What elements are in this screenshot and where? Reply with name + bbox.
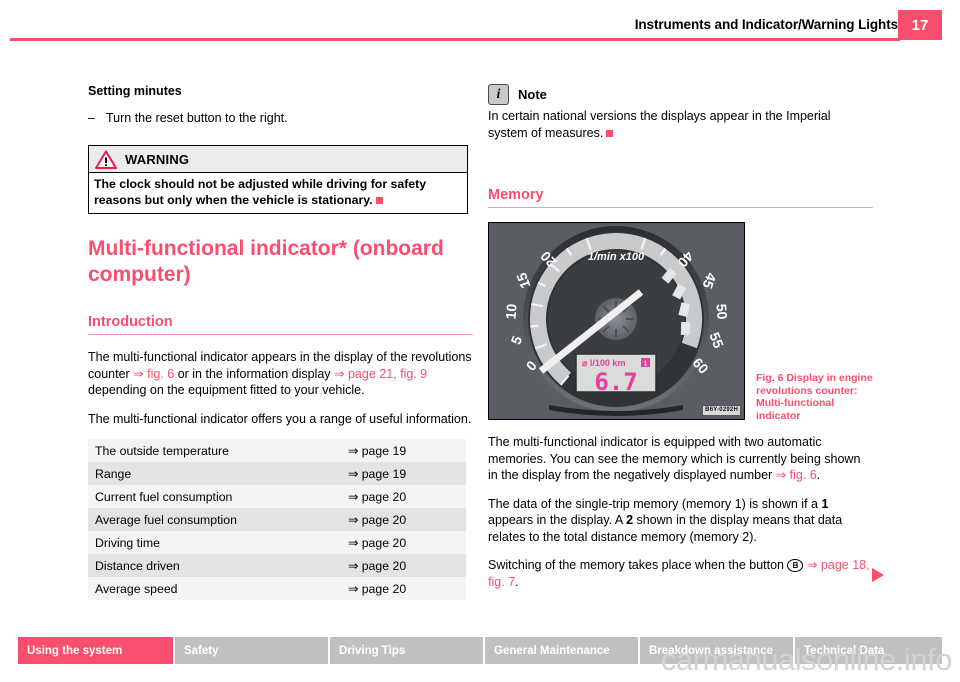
warning-triangle-icon: [95, 150, 117, 169]
table-row: The outside temperature ⇒ page 19: [88, 439, 466, 462]
warning-body: The clock should not be adjusted while d…: [89, 173, 467, 213]
table-row: Driving time ⇒ page 20: [88, 531, 466, 554]
intro-text-b: or in the information display: [174, 366, 335, 381]
memory2-text-a: The data of the single-trip memory (memo…: [488, 496, 822, 511]
intro-paragraph-1: The multi-functional indicator appears i…: [88, 349, 473, 399]
figure-6: 0 5 10 15 20 40 45 50 55 60 1/min x100 ⌀…: [488, 222, 873, 422]
setting-minutes-heading: Setting minutes: [88, 84, 182, 98]
footer-tab-safety[interactable]: Safety: [175, 637, 328, 664]
memory-heading: Memory: [488, 187, 544, 203]
svg-text:⌀ l/100 km: ⌀ l/100 km: [582, 358, 625, 368]
note-header: i Note: [488, 84, 873, 105]
introduction-heading: Introduction: [88, 314, 173, 330]
introduction-divider: [88, 334, 473, 335]
table-cell-page-link[interactable]: ⇒ page 20: [326, 508, 466, 531]
ref-fig-6-link[interactable]: ⇒ fig. 6: [776, 468, 817, 482]
note-text: In certain national versions the display…: [488, 109, 831, 140]
header-divider: [10, 38, 900, 41]
info-icon: i: [488, 84, 509, 105]
end-marker-square: [375, 196, 383, 204]
memory-text-b: .: [816, 468, 821, 482]
table-cell-label: Average fuel consumption: [88, 508, 326, 531]
svg-text:50: 50: [713, 303, 730, 320]
svg-text:6.7: 6.7: [594, 368, 637, 396]
table-cell-label: Distance driven: [88, 554, 326, 577]
intro-paragraph-2: The multi-functional indicator offers yo…: [88, 411, 472, 426]
footer-tab-driving-tips[interactable]: Driving Tips: [330, 637, 483, 664]
tachometer-graphic: 0 5 10 15 20 40 45 50 55 60 1/min x100 ⌀…: [489, 223, 744, 419]
warning-title: WARNING: [125, 151, 190, 167]
footer-nav: Using the system Safety Driving Tips Gen…: [18, 637, 942, 664]
figure-caption: Fig. 6 Display in engine revolutions cou…: [756, 372, 873, 422]
instruction-item: – Turn the reset button to the right.: [88, 110, 473, 127]
warning-box: WARNING The clock should not be adjusted…: [88, 145, 468, 214]
memory3-text-b: .: [515, 574, 519, 589]
svg-text:1: 1: [644, 361, 648, 368]
functions-table: The outside temperature ⇒ page 19 Range …: [88, 439, 466, 600]
table-row: Average speed ⇒ page 20: [88, 577, 466, 600]
table-row: Average fuel consumption ⇒ page 20: [88, 508, 466, 531]
table-cell-label: The outside temperature: [88, 439, 326, 462]
dial-unit-label: 1/min x100: [588, 251, 645, 263]
ref-fig-6-link[interactable]: ⇒ fig. 6: [133, 367, 174, 381]
ref-page-21-link[interactable]: ⇒ page 21, fig. 9: [334, 367, 427, 381]
page-title: Instruments and Indicator/Warning Lights: [634, 17, 898, 32]
memory-paragraph-1: The multi-functional indicator is equipp…: [488, 434, 873, 484]
tachometer-image: 0 5 10 15 20 40 45 50 55 60 1/min x100 ⌀…: [488, 222, 745, 420]
memory-1-value: 1: [821, 496, 829, 511]
memory-2-value: 2: [626, 513, 634, 527]
page-number-badge: 17: [898, 10, 942, 40]
note-body: In certain national versions the display…: [488, 108, 873, 141]
table-cell-label: Driving time: [88, 531, 326, 554]
table-row: Distance driven ⇒ page 20: [88, 554, 466, 577]
right-column: i Note In certain national versions the …: [488, 84, 873, 602]
footer-tab-technical-data[interactable]: Technical Data: [795, 637, 942, 664]
memory3-text-a: Switching of the memory takes place when…: [488, 558, 788, 572]
table-cell-page-link[interactable]: ⇒ page 20: [326, 577, 466, 600]
table-cell-page-link[interactable]: ⇒ page 19: [326, 462, 466, 485]
memory2-text-c: appears in the display. A: [488, 513, 627, 527]
memory-divider: [488, 207, 873, 208]
dash-marker: –: [88, 111, 95, 125]
memory-paragraph-3: Switching of the memory takes place when…: [488, 557, 873, 590]
footer-tab-breakdown-assistance[interactable]: Breakdown assistance: [640, 637, 793, 664]
chapter-heading: Multi-functional indicator* (onboard com…: [88, 237, 444, 286]
table-cell-label: Average speed: [88, 577, 326, 600]
button-b-icon: B: [787, 559, 804, 572]
table-cell-label: Current fuel consumption: [88, 485, 326, 508]
table-cell-page-link[interactable]: ⇒ page 19: [326, 439, 466, 462]
table-cell-page-link[interactable]: ⇒ page 20: [326, 554, 466, 577]
figure-code: B6Y-0292H: [702, 405, 741, 416]
warning-header: WARNING: [89, 146, 467, 173]
continuation-arrow-icon: [872, 568, 884, 582]
end-marker-square: [606, 129, 614, 137]
left-column: Setting minutes – Turn the reset button …: [88, 84, 473, 600]
table-cell-label: Range: [88, 462, 326, 485]
table-cell-page-link[interactable]: ⇒ page 20: [326, 531, 466, 554]
table-row: Current fuel consumption ⇒ page 20: [88, 485, 466, 508]
footer-tab-general-maintenance[interactable]: General Maintenance: [485, 637, 638, 664]
svg-text:10: 10: [502, 303, 519, 320]
note-title: Note: [518, 87, 547, 102]
intro-text-c: depending on the equipment fitted to you…: [88, 383, 365, 397]
footer-tab-using-the-system[interactable]: Using the system: [18, 637, 173, 664]
table-cell-page-link[interactable]: ⇒ page 20: [326, 485, 466, 508]
table-row: Range ⇒ page 19: [88, 462, 466, 485]
instruction-text: Turn the reset button to the right.: [106, 111, 288, 125]
memory-paragraph-2: The data of the single-trip memory (memo…: [488, 496, 873, 546]
page-header: Instruments and Indicator/Warning Lights…: [0, 0, 960, 42]
lcd-display: ⌀ l/100 km 1 6.7: [575, 353, 657, 396]
